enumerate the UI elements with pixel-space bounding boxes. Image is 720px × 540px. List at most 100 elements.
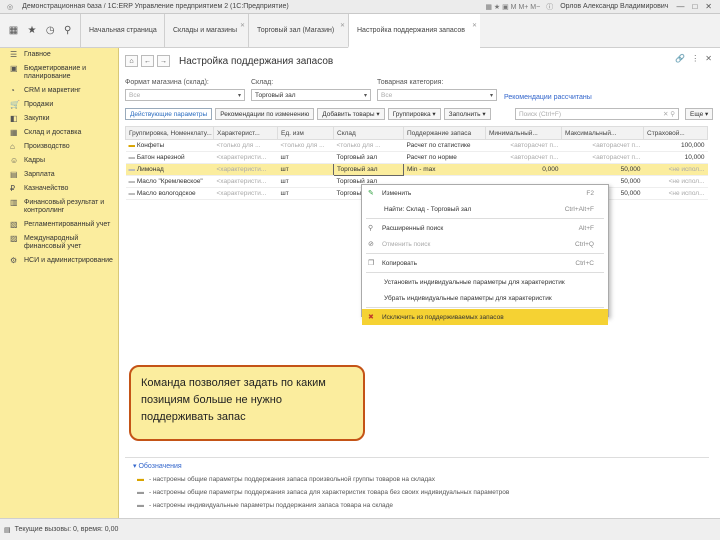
table-cell[interactable]: 50,000 — [561, 163, 644, 176]
table-cell[interactable]: <не испол... — [643, 175, 708, 188]
table-row[interactable]: ▬ Батон нарезной <характеристи... шт Торгов… — [125, 151, 708, 164]
table-cell[interactable]: шт — [277, 187, 334, 200]
table-cell[interactable]: Расчет по норме — [403, 151, 486, 164]
toolbar-icons[interactable]: ▦ ★ ▣ M M+ M− — [485, 3, 540, 11]
tab-warehouses[interactable]: Склады и магазины ✕ — [164, 14, 248, 47]
table-cell[interactable]: Торговый зал — [333, 151, 404, 164]
close-form-icon[interactable]: ✕ — [705, 54, 712, 63]
chevron-down-icon[interactable]: ▾ — [490, 92, 493, 99]
column-header[interactable]: Минимальный... — [485, 126, 562, 140]
star-icon[interactable]: ★ — [28, 25, 37, 36]
table-cell[interactable]: Min - max — [403, 163, 486, 176]
table-cell[interactable]: <только для ... — [333, 139, 404, 152]
table-cell[interactable]: <авторасчет п... — [485, 139, 562, 152]
context-menu-item[interactable]: ✎ Изменить F2 — [362, 185, 608, 201]
table-cell[interactable]: <авторасчет п... — [561, 151, 644, 164]
grid-icon[interactable]: ▦ — [9, 25, 18, 36]
sidebar-item[interactable]: ☰ Главное — [0, 48, 118, 62]
close-icon[interactable]: ✕ — [705, 2, 712, 11]
context-menu-item[interactable]: ✖ Исключить из поддерживаемых запасов — [362, 309, 608, 325]
grouping-button[interactable]: Группировка ▾ — [387, 108, 441, 120]
table-cell[interactable]: <не испол... — [643, 163, 708, 176]
context-menu-item[interactable]: Найти: Склад - Торговый зал Ctrl+Alt+F — [362, 201, 608, 217]
sidebar-item[interactable]: ▣ Бюджетирование и планирование — [0, 62, 118, 84]
table-cell[interactable]: шт — [277, 163, 334, 176]
back-icon[interactable]: ← — [141, 55, 154, 67]
table-cell[interactable]: шт — [277, 151, 334, 164]
table-cell[interactable]: <не испол... — [643, 187, 708, 200]
minimize-icon[interactable]: — — [676, 2, 684, 11]
active-params-button[interactable]: Действующие параметры — [125, 108, 213, 120]
history-icon[interactable]: ◷ — [46, 25, 55, 36]
sidebar-item[interactable]: ◧ Закупки — [0, 112, 118, 126]
table-row[interactable]: ▬ Конфеты <только для ... <только для ... <… — [125, 139, 708, 152]
sidebar-item[interactable]: ⚙ НСИ и администрирование — [0, 254, 118, 268]
changed-recs-button[interactable]: Рекомендации по изменению — [215, 108, 315, 120]
sidebar-item[interactable]: ▦ Склад и доставка — [0, 126, 118, 140]
column-header[interactable]: Ед. изм — [277, 126, 334, 140]
table-cell[interactable]: <характеристи... — [213, 175, 278, 188]
table-cell[interactable]: <характеристи... — [213, 163, 278, 176]
more-button[interactable]: Еще ▾ — [685, 108, 714, 120]
sidebar-item[interactable]: ⌂ Производство — [0, 140, 118, 154]
legend-title[interactable]: ▾ Обозначения — [133, 462, 709, 470]
column-header[interactable]: Поддержание запаса — [403, 126, 486, 140]
recommendations-link[interactable]: Рекомендации рассчитаны — [504, 94, 592, 101]
sidebar-item[interactable]: ▥ Финансовый результат и контроллинг — [0, 196, 118, 218]
sidebar-item[interactable]: ▨ Международный финансовый учет — [0, 232, 118, 254]
tab-close-icon[interactable]: ✕ — [240, 22, 245, 29]
tab-close-icon[interactable]: ✕ — [340, 22, 345, 29]
table-cell[interactable]: Расчет по статистике — [403, 139, 486, 152]
tab-close-icon[interactable]: ✕ — [472, 22, 477, 29]
forward-icon[interactable]: → — [157, 55, 170, 67]
table-row[interactable]: ▬ Лимонад <характеристи... шт Торговый зал M… — [125, 163, 708, 176]
table-cell[interactable]: 100,000 — [643, 139, 708, 152]
home-icon[interactable]: ⌂ — [125, 55, 138, 67]
warehouse-field[interactable]: Торговый зал ▾ — [251, 89, 371, 101]
column-header[interactable]: Максимальный... — [561, 126, 644, 140]
table-cell[interactable]: ▬ Батон нарезной — [125, 151, 214, 164]
fill-button[interactable]: Заполнить ▾ — [443, 108, 491, 120]
chevron-down-icon[interactable]: ▾ — [364, 92, 367, 99]
tab-start-page[interactable]: Начальная страница — [80, 14, 164, 47]
table-cell[interactable]: шт — [277, 175, 334, 188]
sidebar-item[interactable]: 🛒 Продажи — [0, 98, 118, 112]
search-clear-icon[interactable]: ✕ ⚲ — [663, 110, 675, 118]
search-input[interactable]: Поиск (Ctrl+F) ✕ ⚲ — [515, 108, 679, 120]
format-field[interactable]: Все ▾ — [125, 89, 245, 101]
table-cell[interactable]: <характеристи... — [213, 151, 278, 164]
context-menu-item[interactable]: Установить индивидуальные параметры для … — [362, 274, 608, 290]
table-cell[interactable]: 10,000 — [643, 151, 708, 164]
current-user[interactable]: Орлов Александр Владимирович — [560, 3, 668, 10]
context-menu-item[interactable]: Убрать индивидуальные параметры для хара… — [362, 290, 608, 306]
table-cell[interactable]: Торговый зал — [333, 163, 404, 176]
table-cell[interactable]: ▬ Лимонад — [125, 163, 214, 176]
sidebar-item[interactable]: ▤ Зарплата — [0, 168, 118, 182]
context-menu-item[interactable]: ⚲ Расширенный поиск Alt+F — [362, 220, 608, 236]
table-cell[interactable]: 0,000 — [485, 163, 562, 176]
category-field[interactable]: Все ▾ — [377, 89, 497, 101]
table-cell[interactable]: ▬ Масло вологодское — [125, 187, 214, 200]
chevron-down-icon[interactable]: ▾ — [238, 92, 241, 99]
search-icon[interactable]: ⚲ — [64, 25, 71, 36]
maximize-icon[interactable]: □ — [692, 2, 697, 11]
tab-stock-settings[interactable]: Настройка поддержания запасов ✕ — [348, 14, 480, 48]
column-header[interactable]: Склад — [333, 126, 404, 140]
table-cell[interactable]: <только для ... — [213, 139, 278, 152]
table-cell[interactable]: <авторасчет п... — [485, 151, 562, 164]
sidebar-item[interactable]: ☺ Кадры — [0, 154, 118, 168]
column-header[interactable]: Характерист... — [213, 126, 278, 140]
sidebar-item[interactable]: ₽ Казначейство — [0, 182, 118, 196]
tab-sales-floor[interactable]: Торговый зал (Магазин) ✕ — [248, 14, 348, 47]
sidebar-item[interactable]: ▧ Регламентированный учет — [0, 218, 118, 232]
table-cell[interactable]: <авторасчет п... — [561, 139, 644, 152]
context-menu-item[interactable]: ❐ Копировать Ctrl+C — [362, 255, 608, 271]
more-icon[interactable]: ⋮ — [691, 54, 699, 63]
table-cell[interactable]: ▬ Конфеты — [125, 139, 214, 152]
table-cell[interactable]: ▬ Масло "Кремлевское" — [125, 175, 214, 188]
link-icon[interactable]: 🔗 — [675, 54, 685, 63]
info-icon[interactable]: ⓘ — [546, 2, 553, 12]
context-menu-item[interactable]: ⊘ Отменить поиск Ctrl+Q — [362, 236, 608, 252]
column-header[interactable]: Группировка, Номенклату... — [125, 126, 214, 140]
add-goods-button[interactable]: Добавить товары ▾ — [317, 108, 385, 120]
